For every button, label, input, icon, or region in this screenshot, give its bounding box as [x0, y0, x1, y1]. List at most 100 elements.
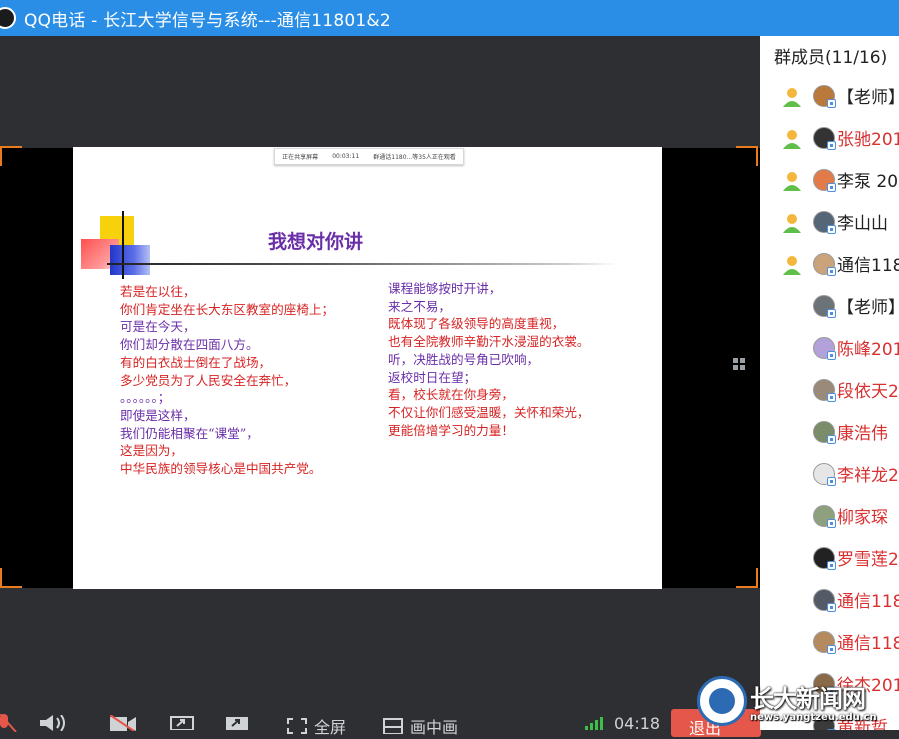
speaker-icon[interactable]	[40, 715, 68, 731]
qq-icon	[0, 7, 16, 29]
pip-button[interactable]: 画中画	[383, 714, 458, 738]
poem-line: 可是在今天，	[120, 319, 196, 335]
member-item[interactable]: 通信118	[760, 581, 899, 617]
fullscreen-icon	[287, 718, 307, 734]
device-badge-icon	[827, 477, 836, 486]
video-area: 正在共享屏幕 00:03:11 群通话1180...等35人正在观看 我想对你讲…	[0, 36, 760, 730]
window-title: QQ电话 - 长江大学信号与系统---通信11801&2	[24, 10, 391, 31]
share-status-bar: 正在共享屏幕 00:03:11 群通话1180...等35人正在观看	[274, 148, 464, 165]
member-item[interactable]: 康浩伟	[760, 413, 899, 449]
slide-title: 我想对你讲	[268, 231, 364, 253]
person-speaking-icon	[783, 130, 801, 149]
member-item[interactable]: 【老师】	[760, 287, 899, 323]
device-badge-icon	[827, 561, 836, 570]
share-icon[interactable]	[225, 716, 249, 730]
member-name: 李泵 20	[837, 172, 899, 192]
mic-icon[interactable]	[0, 714, 20, 732]
poem-line: 你们却分散在四面八方。	[120, 337, 259, 353]
device-badge-icon	[827, 99, 836, 108]
member-name: 张驰201	[837, 130, 899, 150]
fullscreen-button[interactable]: 全屏	[287, 714, 346, 738]
poem-line: 听，决胜战的号角已吹响，	[388, 351, 540, 367]
watermark-title: 长大新闻网	[750, 685, 866, 713]
share-screen-icon[interactable]	[170, 716, 194, 730]
share-status-left: 正在共享屏幕	[282, 154, 319, 161]
poem-line: 你们肯定坐在长大东区教室的座椅上；	[120, 301, 335, 317]
person-speaking-icon	[783, 214, 801, 233]
frame-corner	[0, 146, 22, 166]
device-badge-icon	[827, 603, 836, 612]
poem-line: 我们仍能相聚在“课堂”，	[120, 425, 259, 441]
device-badge-icon	[827, 141, 836, 150]
device-badge-icon	[827, 393, 836, 402]
poem-line: 有的白衣战士倒在了战场，	[120, 354, 272, 370]
poem-line: 。。。。。。；	[120, 390, 171, 406]
person-speaking-icon	[783, 172, 801, 191]
pip-icon	[383, 718, 403, 734]
member-name: 李山山	[837, 214, 888, 234]
poem-line: 即使是这样，	[120, 407, 196, 423]
member-name: 通信118	[837, 634, 899, 654]
member-item[interactable]: 罗雪莲2	[760, 539, 899, 575]
member-name: 陈峰201	[837, 340, 899, 360]
university-logo	[697, 676, 747, 726]
device-badge-icon	[827, 435, 836, 444]
member-item[interactable]: 李山山	[760, 203, 899, 239]
slide-divider	[107, 263, 617, 265]
poem-line: 若是在以往，	[120, 284, 196, 299]
member-name: 康浩伟	[837, 424, 888, 444]
slide-decoration	[122, 211, 124, 279]
member-item[interactable]: 李泵 20	[760, 161, 899, 197]
member-item[interactable]: 陈峰201	[760, 329, 899, 365]
member-item[interactable]: 通信118	[760, 245, 899, 281]
poem-line: 多少党员为了人民安全在奔忙，	[120, 372, 297, 388]
camera-off-icon[interactable]	[110, 715, 136, 731]
member-item[interactable]: 李祥龙2	[760, 455, 899, 491]
member-item[interactable]: 段依天2	[760, 371, 899, 407]
member-item[interactable]: 通信118	[760, 623, 899, 659]
poem-right-column: 课程能够按时开讲， 来之不易， 既体现了各级领导的高度重视， 也有全院教师辛勤汗水浸湿…	[388, 280, 590, 439]
member-name: 【老师】	[837, 298, 899, 318]
poem-line: 不仅让你们感受温暖，关怀和荣光，	[388, 404, 590, 420]
device-badge-icon	[827, 183, 836, 192]
person-speaking-icon	[783, 256, 801, 275]
fullscreen-label: 全屏	[314, 718, 347, 737]
poem-line: 来之不易，	[388, 298, 451, 314]
member-name: 罗雪莲2	[837, 550, 899, 570]
frame-corner	[736, 568, 758, 588]
title-bar: QQ电话 - 长江大学信号与系统---通信11801&2	[0, 0, 899, 36]
member-item[interactable]: 柳家琛	[760, 497, 899, 533]
poem-line: 返校时日在望；	[388, 369, 477, 385]
presentation-slide: 正在共享屏幕 00:03:11 群通话1180...等35人正在观看 我想对你讲…	[73, 147, 662, 589]
member-name: 柳家琛	[837, 508, 888, 528]
person-speaking-icon	[783, 88, 801, 107]
member-item[interactable]: 张驰201	[760, 119, 899, 155]
poem-line: 课程能够按时开讲，	[388, 281, 502, 296]
poem-left-column: 若是在以往， 你们肯定坐在长大东区教室的座椅上； 可是在今天， 你们却分散在四面八方。…	[120, 283, 334, 478]
members-header: 群成员(11/16)	[774, 48, 888, 68]
member-item[interactable]: 【老师】	[760, 77, 899, 113]
poem-line: 更能倍增学习的力量！	[388, 422, 514, 438]
member-name: 通信118	[837, 592, 899, 612]
member-name: 段依天2	[837, 382, 899, 402]
grid-icon[interactable]	[733, 358, 747, 372]
device-badge-icon	[827, 267, 836, 276]
device-badge-icon	[827, 225, 836, 234]
frame-corner	[736, 146, 758, 166]
share-status-right: 群通话1180...等35人正在观看	[373, 154, 456, 161]
slide-decoration	[110, 245, 150, 275]
device-badge-icon	[827, 309, 836, 318]
poem-line: 中华民族的领导核心是中国共产党。	[120, 461, 322, 477]
call-timer: 04:18	[614, 714, 661, 733]
device-badge-icon	[827, 351, 836, 360]
device-badge-icon	[827, 645, 836, 654]
watermark-url: news.yangtzeu.edu.cn	[750, 712, 877, 723]
frame-corner	[0, 568, 22, 588]
signal-icon	[585, 715, 607, 730]
poem-line: 这是因为，	[120, 443, 183, 459]
members-panel: 群成员(11/16) 【老师】 张驰201 李泵 20 李山山 通信118 【老师】 陈峰2…	[760, 36, 899, 730]
member-name: 李祥龙2	[837, 466, 899, 486]
device-badge-icon	[827, 519, 836, 528]
pip-label: 画中画	[410, 718, 459, 737]
poem-line: 既体现了各级领导的高度重视，	[388, 316, 565, 332]
